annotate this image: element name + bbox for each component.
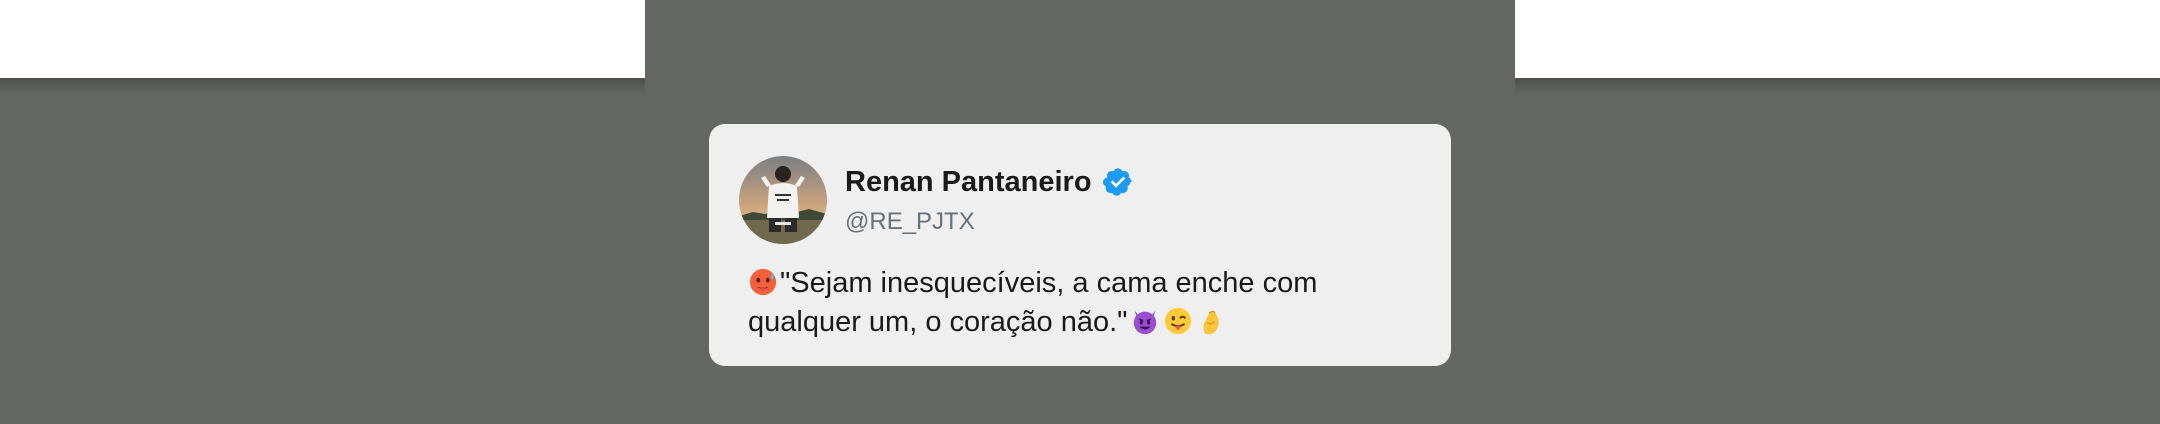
tweet-text-line-2-content: qualquer um, o coração não." (748, 306, 1128, 338)
verified-badge-icon (1102, 168, 1132, 196)
author-name[interactable]: Renan Pantaneiro (845, 166, 1092, 199)
panel-shadow-right (1515, 78, 2160, 94)
author-handle[interactable]: @RE_PJTX (845, 208, 975, 236)
background-white-panel-right (1515, 0, 2160, 78)
smiling-devil-emoji-icon (1130, 306, 1160, 336)
hot-face-emoji-icon (748, 267, 778, 297)
avatar-photo-icon (739, 156, 827, 244)
tweet-card[interactable]: Renan Pantaneiro @RE_PJTX "Sejam inesque… (709, 124, 1451, 366)
pinched-fingers-emoji-icon (1196, 306, 1226, 336)
panel-shadow-left (0, 78, 645, 94)
tweet-text-line-2: qualquer um, o coração não." (748, 303, 1428, 342)
tweet-text-line-1-content: "Sejam inesquecíveis, a cama enche com (780, 267, 1318, 299)
tweet-text: "Sejam inesquecíveis, a cama enche com q… (748, 264, 1428, 342)
author-row: Renan Pantaneiro (845, 165, 1134, 199)
winking-tongue-face-emoji-icon (1163, 306, 1193, 336)
background-white-panel-left (0, 0, 645, 78)
tweet-text-line-1: "Sejam inesquecíveis, a cama enche com (748, 264, 1428, 303)
avatar[interactable] (739, 156, 827, 244)
